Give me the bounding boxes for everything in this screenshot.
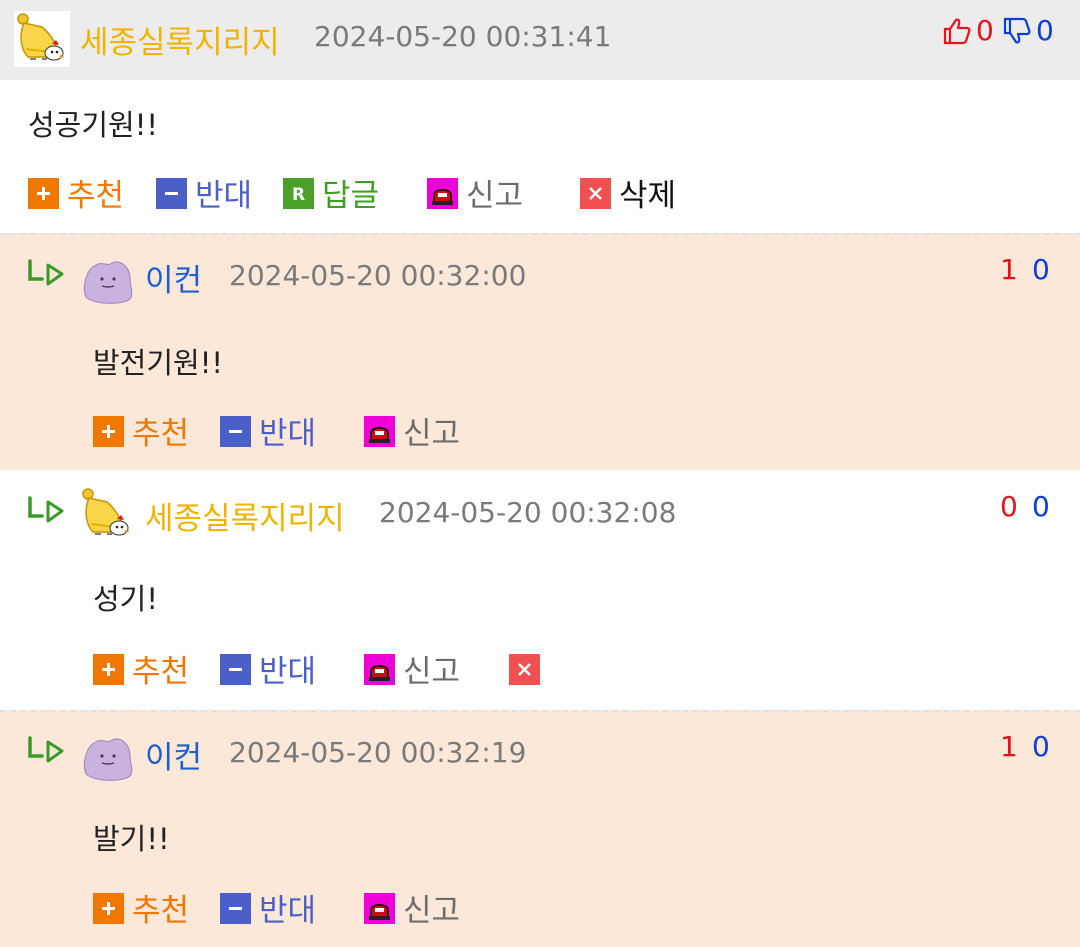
author-name[interactable]: 이컨 — [145, 732, 202, 777]
recommend-label: 추천 — [132, 654, 190, 690]
thumbs-up-icon[interactable] — [942, 16, 972, 46]
minus-icon — [220, 893, 251, 924]
down-count: 0 — [1036, 14, 1054, 47]
bell-bird-avatar[interactable] — [79, 486, 135, 542]
reply-item: 이컨 2024-05-20 00:32:19 1 0 발기!! 추천 반대 신고 — [0, 710, 1080, 947]
reply-item: 세종실록지리지 2024-05-20 00:32:08 0 0 성기! 추천 반… — [0, 470, 1080, 710]
comment-text: 발기!! — [93, 822, 170, 856]
plus-icon — [93, 416, 124, 447]
comment-item: 세종실록지리지 2024-05-20 00:31:41 0 0 성공기원!! 추… — [0, 0, 1080, 233]
up-count: 1 — [1000, 253, 1018, 286]
recommend-label: 추천 — [132, 416, 190, 452]
plus-icon — [28, 178, 59, 209]
comment-time: 2024-05-20 00:32:00 — [229, 259, 527, 292]
reply-arrow-icon — [26, 494, 66, 528]
comment-actions: 추천 반대 신고 — [93, 887, 593, 929]
siren-icon — [364, 893, 395, 924]
oppose-label: 반대 — [259, 893, 317, 929]
up-count: 1 — [1000, 730, 1018, 763]
author-name[interactable]: 이컨 — [145, 255, 202, 300]
oppose-label: 반대 — [195, 178, 253, 214]
siren-icon — [427, 178, 458, 209]
oppose-label: 반대 — [259, 654, 317, 690]
reply-arrow-icon — [26, 257, 66, 291]
x-icon — [509, 654, 540, 685]
comment-text: 발전기원!! — [93, 346, 223, 380]
author-name[interactable]: 세종실록지리지 — [145, 493, 345, 538]
minus-icon — [220, 416, 251, 447]
author-name[interactable]: 세종실록지리지 — [80, 17, 280, 62]
comment-text: 성기! — [93, 582, 158, 616]
recommend-label: 추천 — [67, 178, 125, 214]
down-count: 0 — [1032, 490, 1050, 523]
bell-bird-avatar[interactable] — [14, 11, 70, 67]
up-count: 0 — [1000, 490, 1018, 523]
comment-time: 2024-05-20 00:32:19 — [229, 736, 527, 769]
reply-label: 답글 — [322, 178, 380, 214]
x-icon — [580, 178, 611, 209]
r-icon — [283, 178, 314, 209]
comment-actions: 추천 반대 답글 신고 삭제 — [28, 172, 728, 214]
minus-icon — [220, 654, 251, 685]
purple-blob-avatar[interactable] — [80, 730, 136, 786]
siren-icon — [364, 654, 395, 685]
down-count: 0 — [1032, 730, 1050, 763]
reply-arrow-icon — [26, 734, 66, 768]
purple-blob-avatar[interactable] — [80, 253, 136, 309]
up-count: 0 — [976, 14, 994, 47]
report-label: 신고 — [403, 893, 461, 929]
siren-icon — [364, 416, 395, 447]
minus-icon — [156, 178, 187, 209]
comment-time: 2024-05-20 00:31:41 — [314, 20, 612, 53]
thumbs-down-icon[interactable] — [1002, 16, 1032, 46]
recommend-label: 추천 — [132, 893, 190, 929]
reply-item: 이컨 2024-05-20 00:32:00 1 0 발전기원!! 추천 반대 … — [0, 233, 1080, 472]
plus-icon — [93, 654, 124, 685]
comment-actions: 추천 반대 신고 — [93, 648, 593, 690]
down-count: 0 — [1032, 253, 1050, 286]
comment-text: 성공기원!! — [28, 108, 158, 142]
report-label: 신고 — [403, 416, 461, 452]
plus-icon — [93, 893, 124, 924]
comment-header: 세종실록지리지 2024-05-20 00:31:41 0 0 — [0, 0, 1080, 80]
comment-actions: 추천 반대 신고 — [93, 410, 593, 452]
report-label: 신고 — [403, 654, 461, 690]
report-label: 신고 — [466, 178, 524, 214]
comment-time: 2024-05-20 00:32:08 — [379, 496, 677, 529]
delete-label: 삭제 — [619, 178, 677, 214]
oppose-label: 반대 — [259, 416, 317, 452]
